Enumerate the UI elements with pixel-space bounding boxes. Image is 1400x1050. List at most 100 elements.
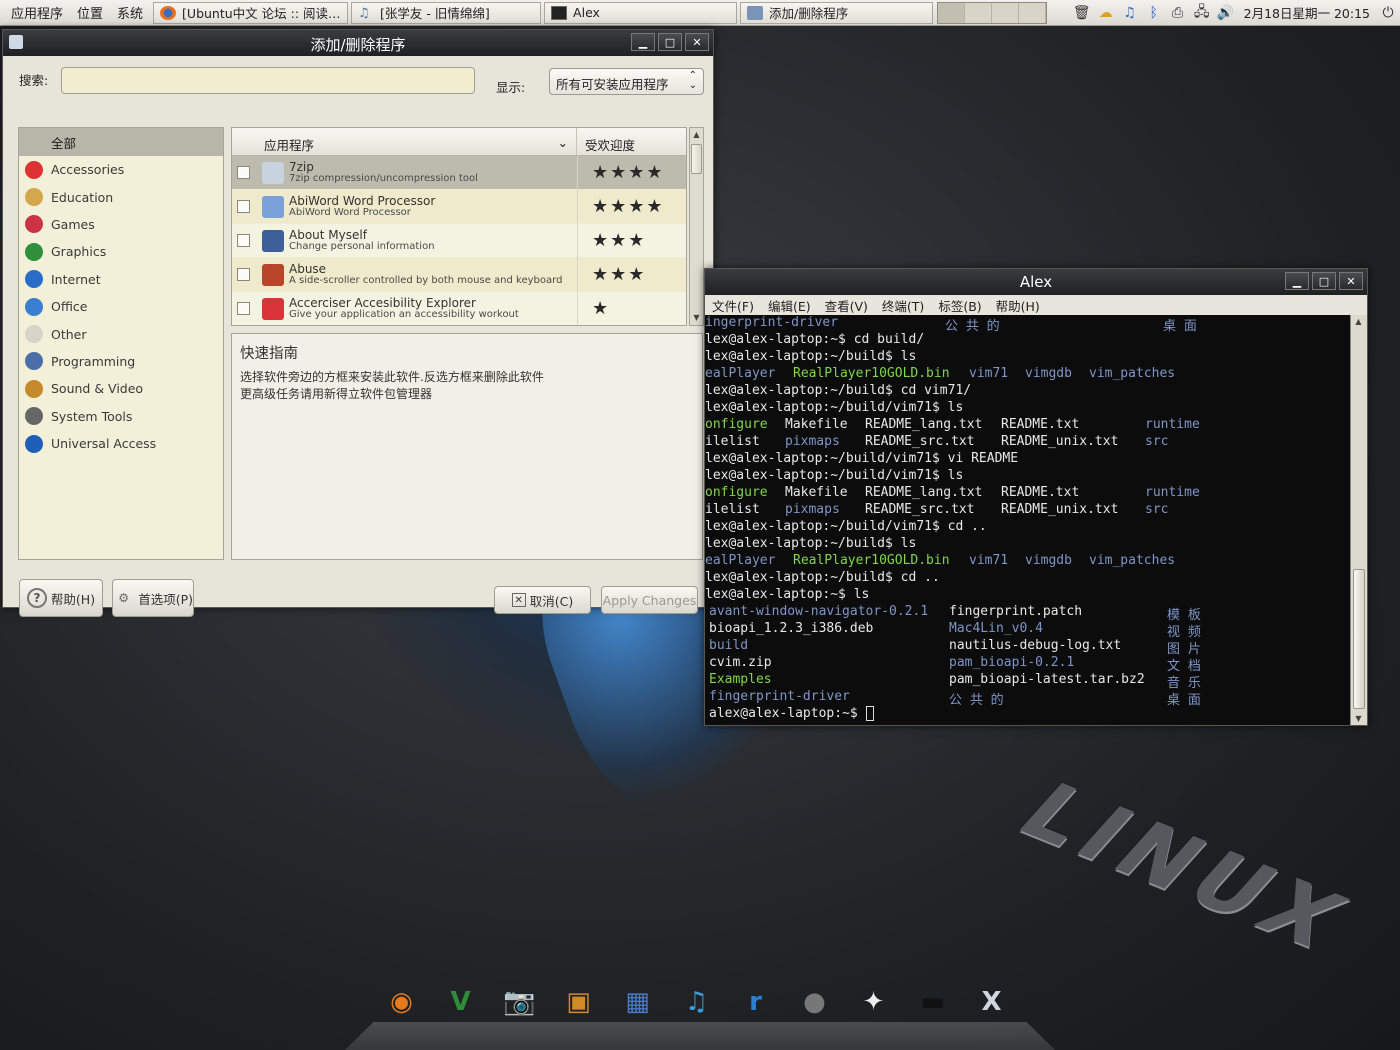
category-item[interactable]: Other <box>19 320 223 347</box>
terminal-line: Examples pam_bioapi-latest.tar.bz2 音 乐 <box>709 672 1201 691</box>
workspace-2[interactable] <box>965 2 993 23</box>
app-text: Abuse A side-scroller controlled by both … <box>289 263 577 287</box>
minimize-button[interactable]: ▁ <box>1285 272 1309 290</box>
dock-movie-icon[interactable]: ▦ <box>612 978 664 1026</box>
cancel-button[interactable]: ✕ 取消(C) <box>494 586 591 614</box>
install-checkbox[interactable] <box>237 166 250 179</box>
install-checkbox[interactable] <box>237 200 250 213</box>
terminal-line: lex@alex-laptop:~/build/vim71$ cd .. <box>705 519 987 534</box>
task-button-addremove[interactable]: 添加/删除程序 <box>740 1 934 24</box>
volume-icon[interactable]: 🔊 <box>1216 4 1236 22</box>
dock-firefox-icon[interactable]: ◉ <box>376 978 428 1026</box>
category-item[interactable]: Programming <box>19 348 223 375</box>
task-label: 添加/删除程序 <box>769 6 849 21</box>
application-table: 应用程序 ⌄ 受欢迎度 7zip 7zip compression/uncompr… <box>231 127 687 326</box>
bluetooth-icon[interactable]: ᛒ <box>1144 4 1164 22</box>
install-checkbox[interactable] <box>237 268 250 281</box>
category-item[interactable]: Education <box>19 183 223 210</box>
maximize-button[interactable]: □ <box>658 33 682 51</box>
dock-image-viewer-icon[interactable]: ▣ <box>553 978 605 1026</box>
workspace-1[interactable] <box>938 2 966 23</box>
scroll-thumb[interactable] <box>1353 569 1365 709</box>
scroll-down-icon[interactable]: ▼ <box>1351 714 1366 723</box>
help-icon: ? <box>26 588 47 608</box>
minimize-button[interactable]: ▁ <box>631 33 655 51</box>
category-item[interactable]: Accessories <box>19 156 223 183</box>
terminal-line: fingerprint-driver 公 共 的桌 面 <box>709 689 1201 708</box>
system-menu[interactable]: 系统 <box>110 0 150 26</box>
preferences-button[interactable]: ⚙ 首选项(P) <box>112 579 194 617</box>
top-panel: 应用程序 位置 系统 [Ubuntu中文 论坛 :: 阅读… ♫ [张学友 - … <box>0 0 1400 26</box>
menu-file[interactable]: 文件(F) <box>705 296 761 315</box>
menu-tabs[interactable]: 标签(B) <box>931 296 988 315</box>
category-item[interactable]: System Tools <box>19 403 223 430</box>
music-player-icon[interactable]: ♫ <box>1120 4 1140 22</box>
terminal-line: lex@alex-laptop:~$ ls <box>705 587 870 602</box>
app-table-scrollbar[interactable]: ▲ ▼ <box>689 127 704 326</box>
clock[interactable]: 2月18日星期一 20:15 <box>1238 3 1376 22</box>
task-button-terminal[interactable]: Alex <box>544 1 738 24</box>
column-header-popularity[interactable]: 受欢迎度 <box>577 128 686 155</box>
column-header-app[interactable]: 应用程序 ⌄ <box>232 128 577 155</box>
scroll-up-icon[interactable]: ▲ <box>1351 317 1366 326</box>
table-row[interactable]: About Myself Change personal information ★… <box>232 223 686 258</box>
maximize-button[interactable]: □ <box>1312 272 1336 290</box>
dock-vim-icon[interactable]: V <box>435 978 487 1026</box>
category-item[interactable]: Internet <box>19 266 223 293</box>
category-item[interactable]: Games <box>19 211 223 238</box>
category-item[interactable]: Graphics <box>19 238 223 265</box>
category-item[interactable]: Universal Access <box>19 430 223 457</box>
dock-xchat-icon[interactable]: X <box>966 978 1018 1026</box>
table-row[interactable]: AbiWord Word Processor AbiWord Word Proce… <box>232 189 686 224</box>
category-item[interactable]: Office <box>19 293 223 320</box>
install-checkbox[interactable] <box>237 234 250 247</box>
menu-edit[interactable]: 编辑(E) <box>761 296 818 315</box>
terminal-titlebar[interactable]: Alex ▁ □ ✕ <box>705 269 1367 295</box>
dock-gimp-icon[interactable]: ● <box>789 978 841 1026</box>
menu-view[interactable]: 查看(V) <box>818 296 875 315</box>
apply-changes-button[interactable]: Apply Changes <box>601 586 698 614</box>
task-button-firefox[interactable]: [Ubuntu中文 论坛 :: 阅读… <box>153 1 349 24</box>
scroll-down-icon[interactable]: ▼ <box>690 311 703 325</box>
search-input[interactable] <box>61 67 475 94</box>
apple-icon <box>23 132 45 152</box>
weather-icon[interactable]: ☁ <box>1096 4 1116 22</box>
dock-music-icon[interactable]: ♫ <box>671 978 723 1026</box>
printer-icon[interactable]: ⎙ <box>1168 4 1188 22</box>
workspace-switcher[interactable] <box>937 1 1048 24</box>
category-item[interactable]: Sound & Video <box>19 375 223 402</box>
close-button[interactable]: ✕ <box>1339 272 1363 290</box>
task-button-music[interactable]: ♫ [张学友 - 旧情绵绵] <box>351 1 542 24</box>
table-row[interactable]: Accerciser Accesibility Explorer Give you… <box>232 291 686 325</box>
trash-icon[interactable]: 🗑 <box>1072 4 1092 22</box>
power-icon[interactable]: ⏻ <box>1378 4 1398 22</box>
table-row[interactable]: 7zip 7zip compression/uncompression tool ★… <box>232 155 686 190</box>
dock-terminal-icon[interactable]: ▬ <box>907 978 959 1026</box>
preferences-button-label: 首选项(P) <box>138 591 193 607</box>
workspace-4[interactable] <box>1019 2 1047 23</box>
table-row[interactable]: Abuse A side-scroller controlled by both … <box>232 257 686 292</box>
terminal-screen[interactable]: ingerprint-driver 公 共 的桌 面 lex@alex-lapto… <box>705 315 1350 725</box>
dock-aim-icon[interactable]: ✦ <box>848 978 900 1026</box>
install-checkbox[interactable] <box>237 302 250 315</box>
dock-camera-icon[interactable]: 📷 <box>494 978 546 1026</box>
dock-realplayer-icon[interactable]: r <box>730 978 782 1026</box>
app-description: Give your application an accessibility w… <box>289 308 519 320</box>
menu-help[interactable]: 帮助(H) <box>989 296 1047 315</box>
task-label: [Ubuntu中文 论坛 :: 阅读… <box>182 6 341 21</box>
places-menu[interactable]: 位置 <box>70 0 110 26</box>
add-remove-titlebar[interactable]: 添加/删除程序 ▁ □ ✕ <box>3 30 713 56</box>
category-item[interactable]: 全部 <box>19 128 223 156</box>
show-filter-select[interactable]: 所有可安装应用程序 ⌃ ⌄ <box>549 68 704 95</box>
scroll-thumb[interactable] <box>691 144 702 174</box>
internet-icon <box>23 269 45 289</box>
applications-menu-label: 应用程序 <box>11 7 64 22</box>
applications-menu[interactable]: 应用程序 <box>0 0 70 26</box>
menu-terminal[interactable]: 终端(T) <box>875 296 931 315</box>
help-button[interactable]: ? 帮助(H) <box>19 579 103 617</box>
network-icon[interactable]: 🖧 <box>1192 4 1212 22</box>
close-button[interactable]: ✕ <box>685 33 709 51</box>
workspace-3[interactable] <box>992 2 1020 23</box>
scroll-up-icon[interactable]: ▲ <box>690 128 703 142</box>
terminal-scrollbar[interactable]: ▲ ▼ <box>1350 315 1367 725</box>
